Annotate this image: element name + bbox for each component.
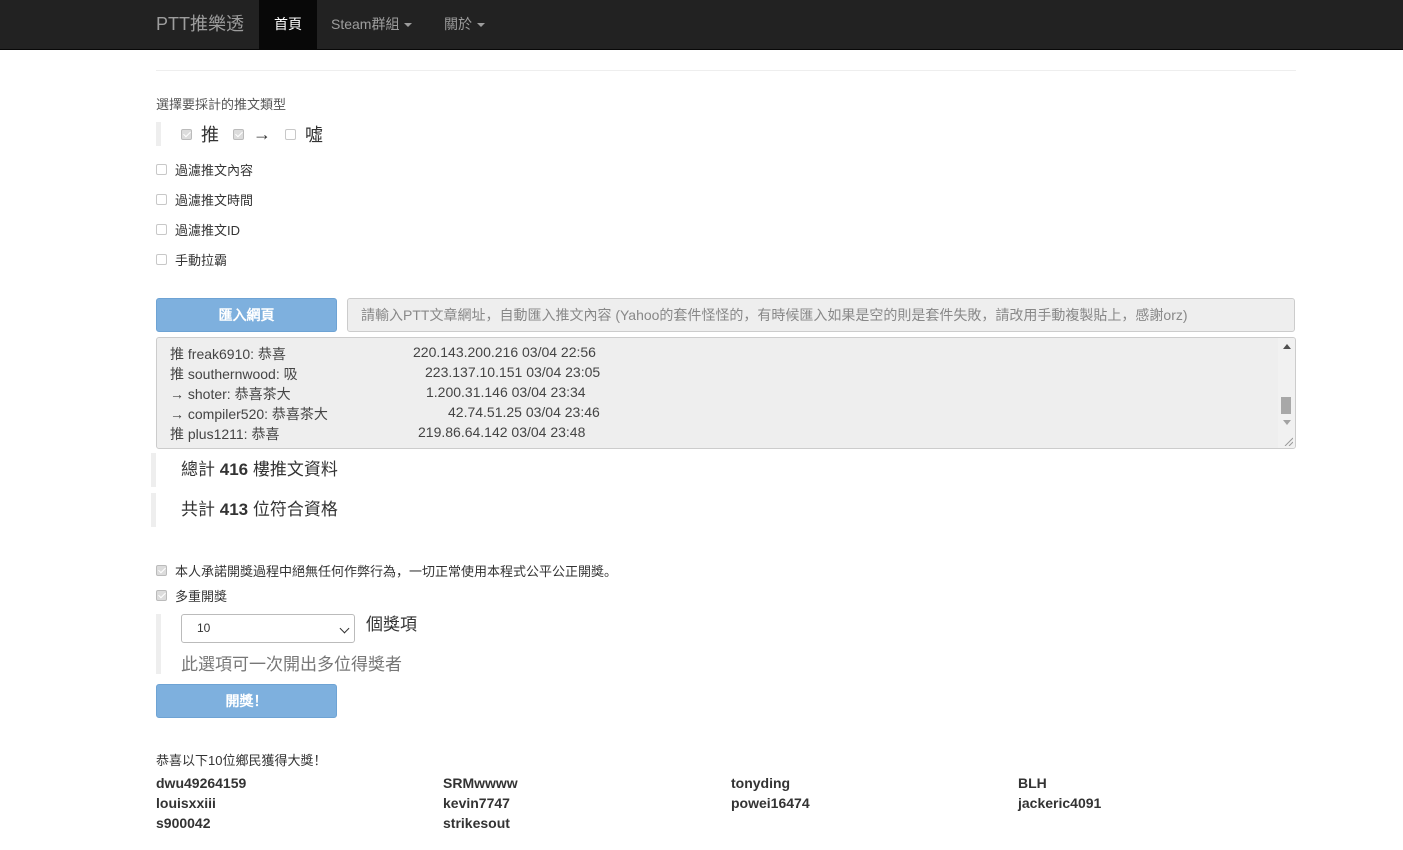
comment-meta: 219.86.64.142 03/04 23:48 bbox=[418, 424, 586, 440]
multi-draw-label: 多重開獎 bbox=[175, 589, 228, 604]
total-suffix: 樓推文資料 bbox=[252, 460, 338, 479]
comment-meta: 220.143.200.216 03/04 22:56 bbox=[413, 344, 596, 360]
comment-text: → compiler520: 恭喜茶大 bbox=[170, 406, 328, 422]
winner-name: powei16474 bbox=[731, 795, 810, 811]
total-prefix: 總計 bbox=[181, 460, 215, 479]
prize-hint: 此選項可一次開出多位得獎者 bbox=[181, 655, 402, 674]
comment-line: → compiler520: 恭喜茶大 42.74.51.25 03/04 23:… bbox=[170, 404, 600, 424]
import-page-button[interactable]: 匯入網頁 bbox=[156, 298, 337, 332]
scroll-thumb[interactable] bbox=[1281, 397, 1291, 414]
push-type-title: 選擇要採計的推文類型 bbox=[156, 97, 287, 112]
prize-count-value: 10 bbox=[197, 621, 211, 635]
comments-textarea[interactable]: 推 freak6910: 恭喜 220.143.200.216 03/04 22:… bbox=[156, 337, 1296, 449]
caret-down-icon bbox=[477, 23, 485, 28]
pledge-label: 本人承諾開獎過程中絕無任何作弊行為，一切正常使用本程式公平公正開獎。 bbox=[175, 564, 618, 579]
nav-about-label: 關於 bbox=[444, 16, 472, 32]
push-type-option-boo[interactable]: 噓 bbox=[285, 121, 323, 147]
filter-content-row[interactable]: 過濾推文內容 bbox=[156, 160, 253, 179]
arrow-checkbox[interactable] bbox=[233, 128, 244, 140]
resize-handle-icon[interactable] bbox=[1283, 436, 1293, 446]
winner-name: kevin7747 bbox=[443, 795, 510, 811]
winner-name: s900042 bbox=[156, 815, 211, 831]
chevron-down-icon bbox=[339, 623, 350, 634]
textarea-scrollbar[interactable] bbox=[1278, 338, 1295, 448]
comment-text: 推 southernwood: 吸 bbox=[170, 366, 298, 382]
filter-id-row[interactable]: 過濾推文ID bbox=[156, 220, 240, 239]
push-checkbox[interactable] bbox=[181, 128, 192, 140]
filter-time-label: 過濾推文時間 bbox=[175, 193, 254, 208]
push-type-options: 推 → 噓 bbox=[156, 122, 337, 146]
comment-line: 推 southernwood: 吸 223.137.10.151 03/04 23… bbox=[170, 364, 600, 384]
comment-line: → shoter: 恭喜茶大 1.200.31.146 03/04 23:34 bbox=[170, 384, 586, 404]
manual-slot-label: 手動拉霸 bbox=[175, 253, 228, 268]
comment-line: 推 plus1211: 恭喜 219.86.64.142 03/04 23:48 bbox=[170, 424, 585, 444]
push-symbol: 推 bbox=[201, 125, 219, 145]
comment-text: 推 freak6910: 恭喜 bbox=[170, 346, 286, 362]
comment-text: 推 plus1211: 恭喜 bbox=[170, 426, 280, 442]
qualified-count: 413 bbox=[219, 500, 249, 519]
prize-count-box: 10 個獎項 此選項可一次開出多位得獎者 bbox=[156, 614, 461, 674]
winner-name: strikesout bbox=[443, 815, 510, 831]
multi-draw-row[interactable]: 多重開獎 bbox=[156, 586, 227, 605]
filter-content-label: 過濾推文內容 bbox=[175, 163, 254, 178]
winner-name: BLH bbox=[1018, 775, 1047, 791]
winner-name: dwu49264159 bbox=[156, 775, 247, 791]
prize-unit-label: 個獎項 bbox=[366, 615, 417, 634]
nav-steam-label: Steam群組 bbox=[331, 16, 400, 32]
winner-name: louisxxiii bbox=[156, 795, 216, 811]
comment-meta: 223.137.10.151 03/04 23:05 bbox=[425, 364, 601, 380]
filter-id-label: 過濾推文ID bbox=[175, 223, 241, 238]
results-title: 恭喜以下10位鄉民獲得大獎！ bbox=[156, 753, 327, 768]
filter-content-checkbox[interactable] bbox=[156, 164, 167, 175]
nav-steam-dropdown[interactable]: Steam群組 bbox=[316, 0, 427, 49]
scroll-up-arrow-icon[interactable] bbox=[1283, 344, 1291, 349]
navbar: PTT推樂透 首頁 Steam群組 關於 bbox=[0, 0, 1403, 50]
pledge-checkbox[interactable] bbox=[156, 565, 167, 576]
filter-time-row[interactable]: 過濾推文時間 bbox=[156, 190, 253, 209]
filter-time-checkbox[interactable] bbox=[156, 194, 167, 205]
draw-button[interactable]: 開獎！ bbox=[156, 684, 337, 718]
qualified-suffix: 位符合資格 bbox=[252, 500, 338, 519]
winner-name: tonyding bbox=[731, 775, 791, 791]
caret-down-icon bbox=[404, 23, 413, 28]
boo-checkbox[interactable] bbox=[285, 128, 296, 140]
pledge-row[interactable]: 本人承諾開獎過程中絕無任何作弊行為，一切正常使用本程式公平公正開獎。 bbox=[156, 561, 617, 580]
comment-meta: 42.74.51.25 03/04 23:46 bbox=[448, 404, 600, 420]
total-count: 416 bbox=[219, 460, 249, 479]
qualified-users-stat: 共計 413 位符合資格 bbox=[151, 493, 338, 527]
boo-symbol: 噓 bbox=[305, 125, 323, 145]
filter-id-checkbox[interactable] bbox=[156, 224, 167, 235]
winner-name: SRMwwww bbox=[443, 775, 518, 791]
total-comments-stat: 總計 416 樓推文資料 bbox=[151, 453, 338, 487]
comment-line: 推 freak6910: 恭喜 220.143.200.216 03/04 22:… bbox=[170, 344, 596, 364]
prize-count-select[interactable]: 10 bbox=[181, 614, 355, 643]
push-type-option-push[interactable]: 推 bbox=[181, 121, 219, 147]
article-url-input[interactable]: 請輸入PTT文章網址，自動匯入推文內容 (Yahoo的套件怪怪的，有時候匯入如果… bbox=[347, 298, 1295, 332]
comment-text: → shoter: 恭喜茶大 bbox=[170, 386, 291, 402]
qualified-prefix: 共計 bbox=[181, 500, 215, 519]
nav-home[interactable]: 首頁 bbox=[259, 0, 317, 49]
manual-slot-row[interactable]: 手動拉霸 bbox=[156, 250, 227, 269]
brand-logo-text[interactable]: PTT推樂透 bbox=[156, 0, 244, 50]
arrow-symbol: → bbox=[253, 123, 271, 144]
multi-draw-checkbox[interactable] bbox=[156, 590, 167, 601]
winner-name: jackeric4091 bbox=[1018, 795, 1102, 811]
nav-about-dropdown[interactable]: 關於 bbox=[429, 0, 500, 49]
comment-meta: 1.200.31.146 03/04 23:34 bbox=[426, 384, 586, 400]
push-type-option-arrow[interactable]: → bbox=[233, 124, 271, 145]
scroll-down-arrow-icon[interactable] bbox=[1283, 420, 1291, 425]
manual-slot-checkbox[interactable] bbox=[156, 254, 167, 265]
nav-home-label: 首頁 bbox=[274, 16, 302, 32]
divider bbox=[156, 70, 1296, 71]
